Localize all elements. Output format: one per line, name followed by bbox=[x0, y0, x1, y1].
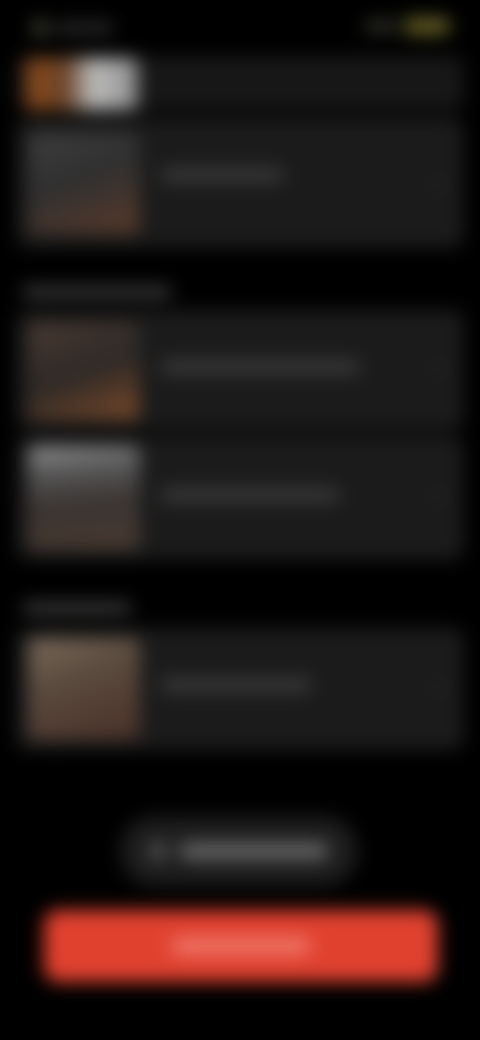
secondary-button[interactable] bbox=[120, 816, 358, 886]
status-time bbox=[54, 22, 114, 34]
thumbnail bbox=[28, 132, 140, 234]
thumbnail bbox=[26, 58, 138, 110]
list-item[interactable]: › bbox=[16, 118, 464, 248]
list-item[interactable]: › bbox=[16, 310, 464, 430]
section-heading bbox=[22, 282, 172, 302]
item-title bbox=[160, 488, 340, 502]
thumbnail bbox=[28, 638, 140, 740]
chevron-right-icon: › bbox=[434, 674, 442, 698]
status-right bbox=[364, 18, 450, 34]
check-icon bbox=[149, 842, 167, 860]
list-item[interactable]: › bbox=[16, 628, 464, 750]
secondary-button-label bbox=[179, 843, 329, 859]
chevron-right-icon: › bbox=[434, 356, 442, 380]
thumbnail bbox=[28, 446, 140, 550]
status-indicator-icon bbox=[32, 20, 48, 36]
status-bar bbox=[0, 0, 480, 56]
list-item[interactable]: › bbox=[16, 436, 464, 560]
chevron-right-icon: › bbox=[434, 484, 442, 508]
section-heading bbox=[22, 598, 132, 618]
primary-button[interactable] bbox=[44, 910, 438, 982]
thumbnail bbox=[28, 322, 140, 420]
item-title bbox=[160, 168, 284, 182]
signal-icon bbox=[364, 21, 398, 31]
status-left bbox=[32, 16, 118, 40]
primary-button-label bbox=[171, 938, 311, 954]
item-title bbox=[160, 360, 360, 374]
partial-card[interactable] bbox=[16, 56, 464, 110]
battery-icon bbox=[404, 18, 450, 34]
item-title bbox=[160, 678, 312, 692]
chevron-right-icon: › bbox=[434, 172, 442, 196]
